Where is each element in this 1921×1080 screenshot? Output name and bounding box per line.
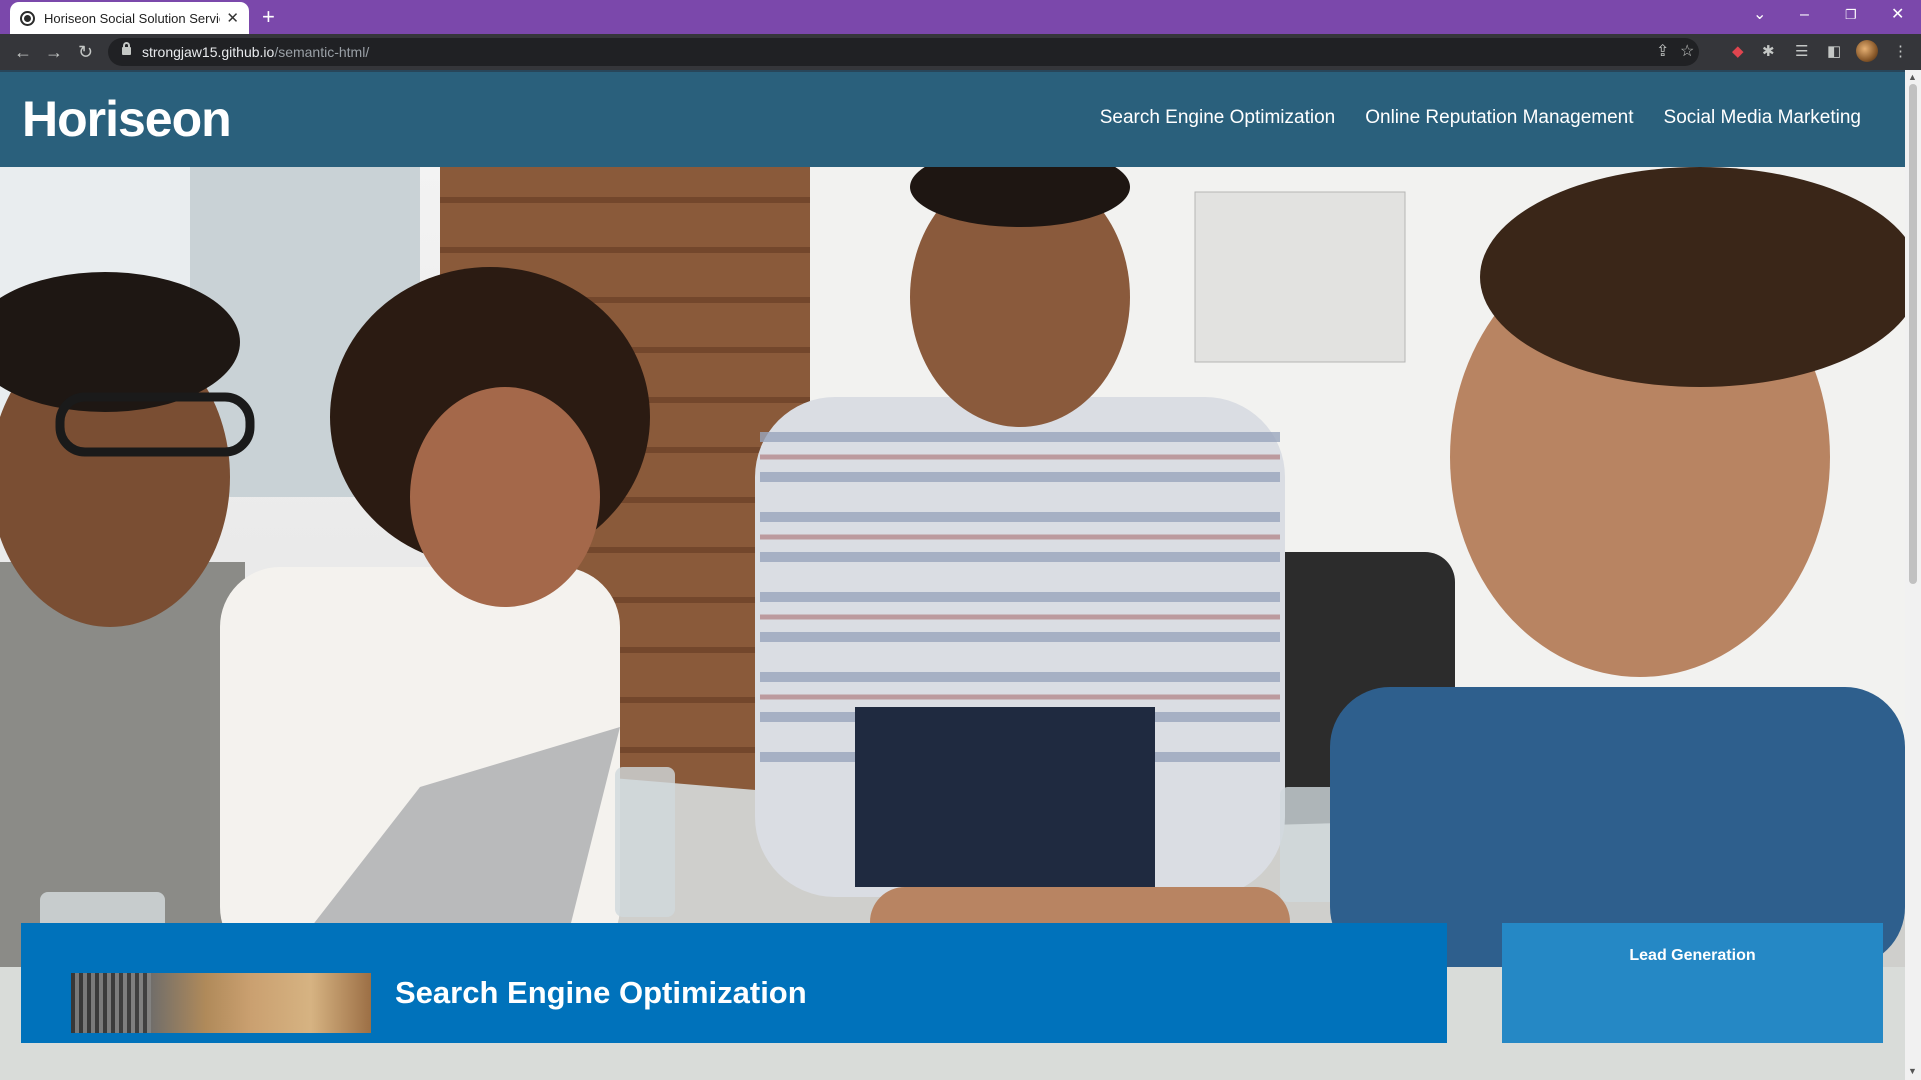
bookmark-star-icon[interactable]: ☆ <box>1680 41 1694 61</box>
hero-image <box>0 167 1905 967</box>
reload-icon[interactable]: ↻ <box>78 42 93 62</box>
site-favicon-icon <box>20 10 35 26</box>
forward-arrow-icon[interactable]: → <box>45 42 63 62</box>
url-text: strongjaw15.github.io/semantic-html/ <box>142 44 369 60</box>
lead-generation-card: Lead Generation <box>1502 923 1883 1043</box>
tab-close-icon[interactable]: ✕ <box>226 11 239 26</box>
site-nav: Search Engine Optimization Online Reputa… <box>1100 107 1861 129</box>
woman-face <box>410 387 600 607</box>
browser-tab[interactable]: Horiseon Social Solution Services ✕ <box>10 2 249 34</box>
side-panel-icon[interactable]: ◧ <box>1827 43 1841 61</box>
extension-icon[interactable]: ◆ <box>1732 43 1744 61</box>
seo-image <box>71 973 371 1033</box>
man-jeans <box>855 707 1155 887</box>
url-path: /semantic-html/ <box>274 44 370 60</box>
scroll-down-arrow-icon[interactable]: ▼ <box>1908 1066 1917 1076</box>
lead-generation-title: Lead Generation <box>1629 947 1756 964</box>
tab-search-icon[interactable]: ⌄ <box>1753 6 1766 24</box>
back-arrow-icon[interactable]: ← <box>14 42 32 62</box>
nav-link-social[interactable]: Social Media Marketing <box>1664 107 1861 129</box>
lock-icon[interactable] <box>122 42 131 55</box>
address-bar[interactable]: strongjaw15.github.io/semantic-html/ ⇪ ☆ <box>108 38 1699 66</box>
extension-puzzle-icon[interactable]: ✱ <box>1762 43 1775 61</box>
water-glass <box>615 767 675 917</box>
share-icon[interactable]: ⇪ <box>1656 41 1669 61</box>
site-header: Horiseon Search Engine Optimization Onli… <box>0 70 1905 167</box>
man-right-hair <box>1480 167 1905 387</box>
nav-link-reputation[interactable]: Online Reputation Management <box>1365 107 1633 129</box>
wireframe-sketch <box>1194 191 1406 363</box>
menu-dots-icon[interactable]: ⋮ <box>1893 43 1908 61</box>
seo-section: Search Engine Optimization <box>21 923 1447 1043</box>
new-tab-button[interactable]: + <box>262 6 275 28</box>
reading-list-icon[interactable]: ☰ <box>1795 43 1808 61</box>
web-page: Horiseon Search Engine Optimization Onli… <box>0 70 1905 1080</box>
site-logo[interactable]: Horiseon <box>22 90 232 148</box>
scroll-thumb[interactable] <box>1909 84 1917 584</box>
scroll-up-arrow-icon[interactable]: ▲ <box>1908 72 1917 82</box>
close-window-icon[interactable]: ✕ <box>1891 6 1904 24</box>
restore-icon[interactable]: ❐ <box>1845 6 1857 24</box>
profile-avatar[interactable] <box>1856 40 1878 62</box>
browser-toolbar: ← → ↻ strongjaw15.github.io/semantic-htm… <box>0 34 1921 70</box>
seo-section-title: Search Engine Optimization <box>395 975 807 1010</box>
nav-link-seo[interactable]: Search Engine Optimization <box>1100 107 1336 129</box>
minimize-icon[interactable]: – <box>1800 6 1809 24</box>
tab-title: Horiseon Social Solution Services <box>44 10 221 26</box>
vertical-scrollbar[interactable]: ▲ ▼ <box>1905 70 1921 1080</box>
browser-tabstrip: Horiseon Social Solution Services ✕ + ⌄ … <box>0 0 1921 34</box>
url-host: strongjaw15.github.io <box>142 44 275 60</box>
hero-photo <box>0 167 1905 967</box>
